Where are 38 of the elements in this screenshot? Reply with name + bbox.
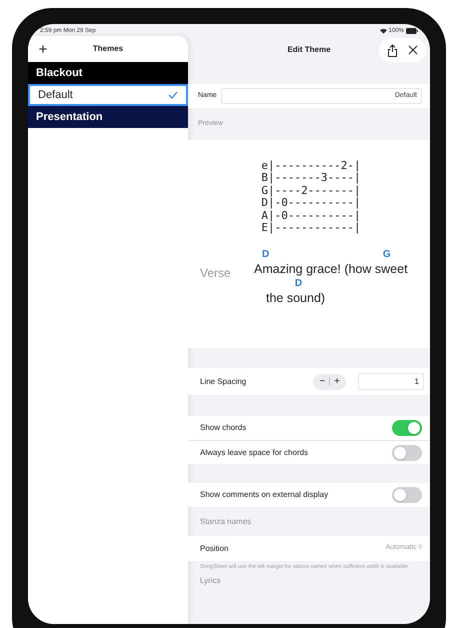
setting-label: Position — [200, 542, 228, 554]
tab-line: B|-------3----| — [261, 172, 361, 185]
tab-line: e|----------2-| — [261, 160, 361, 172]
decrement-button[interactable]: − — [319, 376, 326, 386]
stanza-name: Verse — [200, 265, 232, 282]
lyric-text: sound) — [286, 290, 326, 306]
chord-label: G — [382, 248, 392, 262]
tab-line: E|------------| — [261, 222, 361, 234]
setting-label: Show chords — [200, 422, 246, 434]
toggle-switch[interactable] — [392, 487, 422, 503]
wifi-icon — [380, 28, 387, 34]
chord-label: D — [261, 248, 270, 262]
battery-icon — [406, 28, 418, 34]
theme-item[interactable]: Presentation — [28, 106, 188, 128]
add-button[interactable]: + — [36, 42, 50, 56]
section-header: Lyrics — [199, 575, 222, 587]
tab-line: G|----2-------| — [261, 184, 361, 197]
close-icon[interactable] — [408, 45, 418, 55]
share-icon[interactable] — [387, 44, 398, 56]
theme-item[interactable]: Blackout — [28, 62, 188, 84]
toggle-switch[interactable] — [392, 444, 422, 460]
lyric-text: sweet — [374, 261, 408, 278]
setting-label: Always leave space for chords — [200, 446, 308, 458]
lyric-text: Amazing grace! (how — [254, 261, 372, 278]
editor-title: Edit Theme — [287, 44, 331, 56]
toggle-switch[interactable] — [392, 420, 422, 436]
sidebar-title: Themes — [92, 43, 124, 55]
theme-item[interactable]: Default — [28, 84, 188, 106]
tab-line: D|-0----------| — [261, 197, 361, 210]
section-header: Stanza names — [200, 516, 252, 528]
setting-label: Show comments on external display — [200, 489, 328, 501]
checkmark-icon — [168, 91, 178, 99]
setting-label: Line Spacing — [200, 376, 248, 388]
lyric-text: the — [266, 290, 284, 306]
chord-label: D — [294, 277, 304, 290]
line-spacing-field[interactable]: 1 — [358, 373, 424, 390]
tab-line: A|-0----------| — [261, 210, 361, 222]
increment-button[interactable]: + — [334, 376, 340, 386]
